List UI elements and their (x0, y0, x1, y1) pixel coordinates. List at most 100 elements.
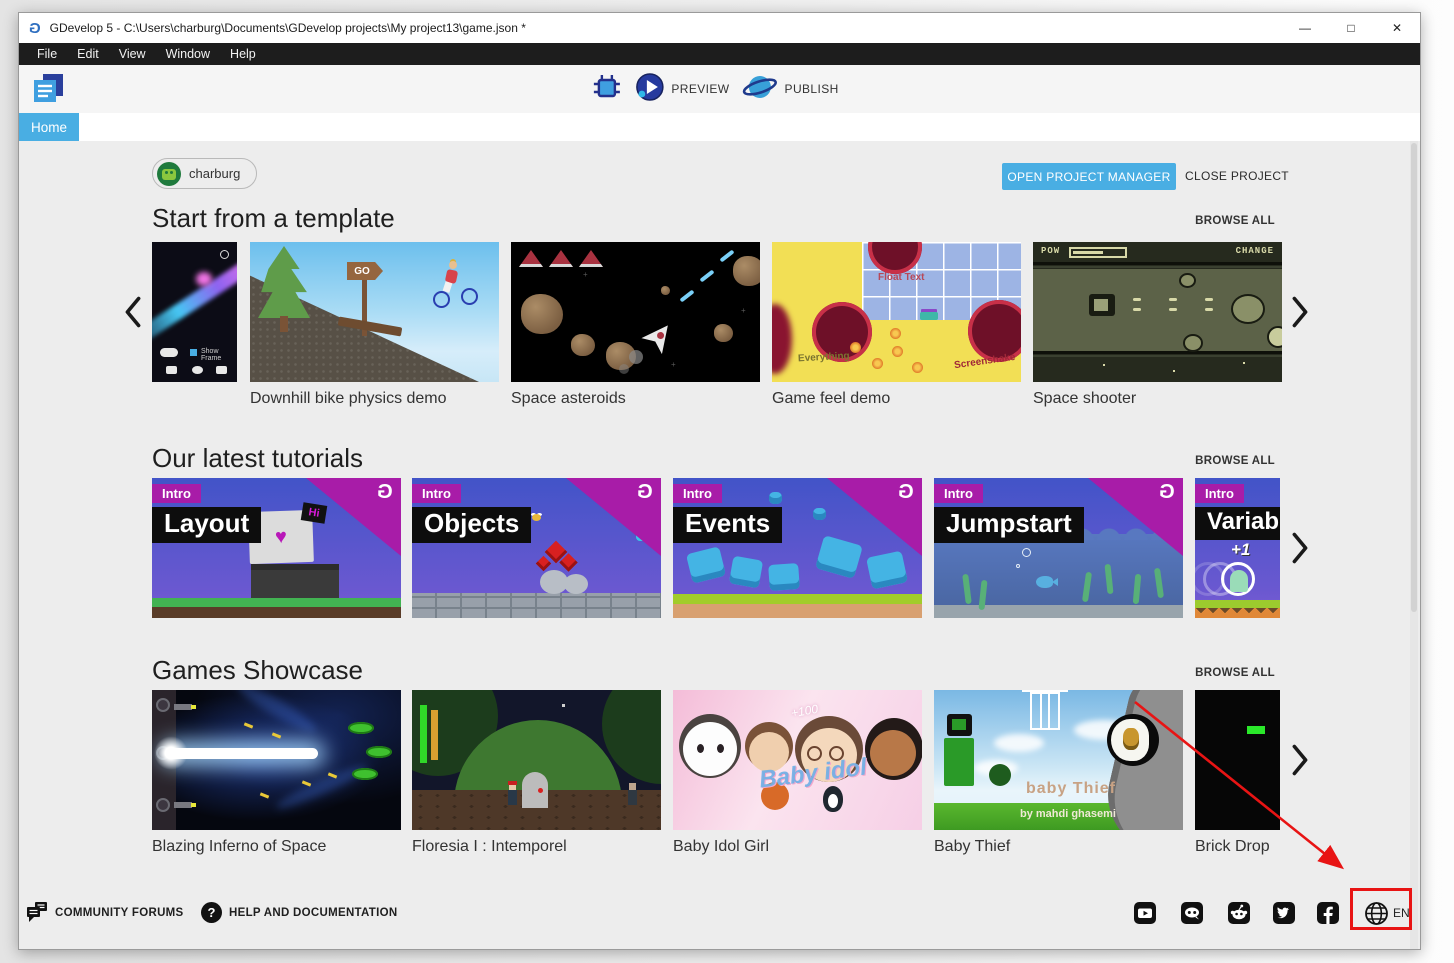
tutorial-card-layout[interactable]: G Intro Layout ♥ Hi (152, 478, 401, 618)
tutorial-card-events[interactable]: G Intro Events (673, 478, 922, 618)
twitter-mini-icon (192, 366, 203, 374)
showcase-card-floresia[interactable] (412, 690, 661, 830)
showcase-card-brick-drop[interactable] (1195, 690, 1280, 830)
tutorial-card-jumpstart[interactable]: G Intro Jumpstart (934, 478, 1183, 618)
tutorial-title: Jumpstart (934, 507, 1084, 543)
spark-dot (850, 342, 861, 353)
rocket-smoke (619, 364, 629, 374)
showcase-card-baby-thief[interactable]: baby Thief by mahdi ghasemi (934, 690, 1183, 830)
rocket-smoke (629, 350, 643, 364)
npc-character (628, 790, 637, 805)
scrollbar-thumb[interactable] (1411, 143, 1417, 612)
template-card-game-feel-demo[interactable]: Float Text Everything Screenshake (772, 242, 1021, 382)
language-selector[interactable]: EN (1393, 906, 1410, 920)
help-documentation-link[interactable]: HELP AND DOCUMENTATION (229, 907, 397, 919)
language-globe-icon[interactable] (1364, 901, 1389, 931)
showcase-card-blazing-inferno[interactable] (152, 690, 401, 830)
help-icon[interactable]: ? (201, 902, 222, 923)
carousel-left-icon[interactable] (122, 295, 144, 329)
jeep (920, 312, 938, 320)
plus-one-label: +1 (1231, 540, 1250, 560)
girl-face (683, 722, 737, 776)
youtube-icon[interactable] (1134, 902, 1156, 924)
template-caption: Space shooter (1033, 390, 1136, 408)
cloud (994, 734, 1044, 752)
showcase-caption: Brick Drop (1195, 838, 1270, 856)
stamina-bar (431, 710, 438, 760)
carousel-right-icon[interactable] (1289, 531, 1311, 565)
green-ship (366, 746, 392, 758)
tutorial-title: Objects (412, 507, 531, 543)
turret (156, 798, 170, 812)
change-label: CHANGE (1236, 246, 1274, 256)
title-bar[interactable]: G GDevelop 5 - C:\Users\charburg\Documen… (19, 13, 1420, 43)
minimize-icon[interactable]: — (1282, 13, 1328, 43)
penguin (823, 786, 843, 812)
close-icon[interactable]: ✕ (1374, 13, 1420, 43)
template-card-partial[interactable]: Show Frame (152, 242, 237, 382)
spark-dot (892, 346, 903, 357)
tutorials-browse-all[interactable]: BROWSE ALL (1195, 455, 1275, 467)
bike-wheel (461, 288, 478, 305)
close-project-button[interactable]: CLOSE PROJECT (1185, 163, 1289, 190)
maximize-icon[interactable]: □ (1328, 13, 1374, 43)
spark-dot (912, 362, 923, 373)
gun (174, 802, 192, 808)
menu-view[interactable]: View (109, 43, 156, 65)
green-ship (352, 768, 378, 780)
project-manager-icon[interactable] (29, 72, 69, 108)
blue-robot (768, 563, 800, 591)
desktop-background: G GDevelop 5 - C:\Users\charburg\Documen… (0, 0, 1454, 963)
bullet (1169, 298, 1177, 301)
twitter-icon[interactable] (1273, 902, 1295, 924)
life-icon (579, 250, 603, 267)
star-mark: + (671, 360, 676, 369)
bullet (1205, 298, 1213, 301)
wanted-circle (1107, 714, 1159, 766)
laser-streak (679, 289, 694, 302)
debug-icon[interactable] (590, 71, 622, 108)
menu-edit[interactable]: Edit (67, 43, 109, 65)
facebook-icon[interactable] (1317, 902, 1339, 924)
forum-icon[interactable] (26, 901, 49, 928)
door (522, 772, 548, 808)
carousel-right-icon[interactable] (1289, 295, 1311, 329)
reddit-icon[interactable] (1228, 902, 1250, 924)
glow-blob (196, 272, 212, 286)
template-card-space-shooter[interactable]: POW CHANGE (1033, 242, 1282, 382)
carousel-right-icon[interactable] (1289, 743, 1311, 777)
turret (156, 698, 170, 712)
player-ship (1089, 294, 1115, 316)
scrollbar[interactable] (1410, 141, 1418, 949)
showcase-caption: Baby Thief (934, 838, 1010, 856)
tutorial-card-variables[interactable]: Intro Variab +1 (1195, 478, 1280, 618)
community-forums-link[interactable]: COMMUNITY FORUMS (55, 907, 184, 919)
open-project-manager-button[interactable]: OPEN PROJECT MANAGER (1002, 163, 1176, 190)
tutorial-card-objects[interactable]: G Intro Objects (412, 478, 661, 618)
health-bar (420, 705, 427, 763)
template-card-space-asteroids[interactable]: + + + (511, 242, 760, 382)
preview-button[interactable]: PREVIEW (634, 72, 729, 107)
discord-icon[interactable] (1181, 902, 1203, 924)
menu-window[interactable]: Window (156, 43, 220, 65)
girl-face (870, 730, 916, 776)
user-profile-chip[interactable]: charburg (152, 158, 257, 189)
bubble (1016, 564, 1020, 568)
publish-button[interactable]: PUBLISH (742, 72, 839, 107)
stripe (1033, 351, 1282, 354)
app-window: G GDevelop 5 - C:\Users\charburg\Documen… (18, 12, 1421, 950)
red-crystal (536, 556, 552, 572)
intro-badge: Intro (1195, 484, 1244, 503)
gun (174, 704, 192, 710)
menu-help[interactable]: Help (220, 43, 266, 65)
menu-file[interactable]: File (27, 43, 67, 65)
tab-home[interactable]: Home (19, 113, 79, 141)
showcase-card-baby-idol-girl[interactable]: +100 Baby idol (673, 690, 922, 830)
templates-browse-all[interactable]: BROWSE ALL (1195, 215, 1275, 227)
spark-dot (872, 358, 883, 369)
showcase-browse-all[interactable]: BROWSE ALL (1195, 667, 1275, 679)
bubble (1022, 548, 1031, 557)
bike-wheel (433, 291, 450, 308)
template-card-downhill-bike[interactable]: GO (250, 242, 499, 382)
go-sign: GO (347, 262, 383, 280)
